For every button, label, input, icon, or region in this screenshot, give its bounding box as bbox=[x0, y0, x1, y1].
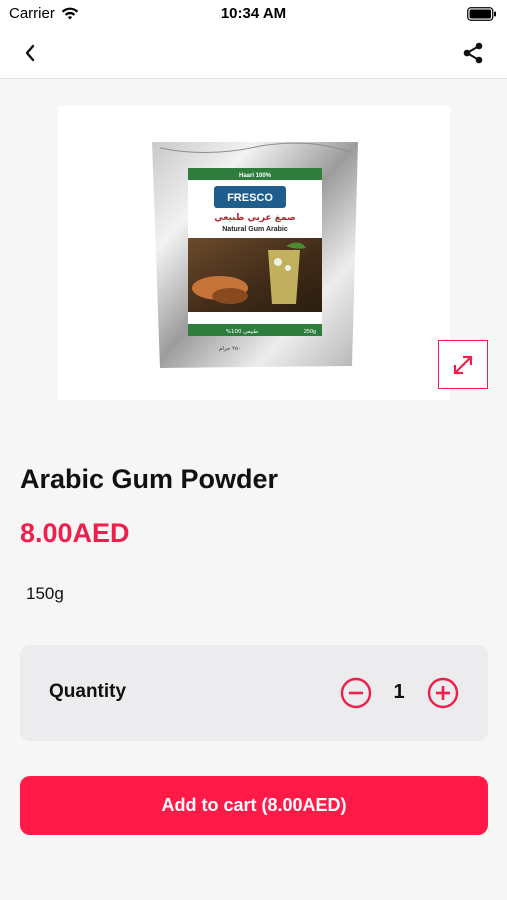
add-to-cart-button[interactable]: Add to cart (8.00AED) bbox=[20, 776, 488, 835]
package-english-name: Natural Gum Arabic bbox=[222, 226, 288, 233]
product-image-card: Haari 100% FRESCO صمغ عربي طبيعي Natural… bbox=[58, 106, 450, 400]
share-icon bbox=[463, 42, 483, 64]
quantity-card: Quantity 1 bbox=[20, 645, 488, 741]
quantity-label: Quantity bbox=[49, 681, 127, 702]
chevron-left-icon bbox=[25, 44, 35, 62]
product-name: Arabic Gum Powder bbox=[20, 464, 279, 494]
package-footer-weight: ٢٥٠ جرام bbox=[219, 346, 241, 352]
package-arabic-name: صمغ عربي طبيعي bbox=[214, 213, 295, 223]
status-time: 10:34 AM bbox=[220, 5, 287, 22]
package-footer-right: 250g bbox=[304, 329, 316, 335]
product-price: 8.00AED bbox=[20, 518, 130, 548]
status-bar: Carrier 10:34 AM bbox=[0, 0, 507, 28]
quantity-value: 1 bbox=[393, 681, 405, 703]
minus-circle-icon[interactable] bbox=[340, 677, 372, 709]
share-button[interactable] bbox=[459, 39, 487, 67]
product-image[interactable]: Haari 100% FRESCO صمغ عربي طبيعي Natural… bbox=[150, 138, 360, 370]
package-brand-text: FRESCO bbox=[227, 192, 273, 204]
expand-image-button[interactable] bbox=[438, 340, 488, 389]
battery-icon bbox=[467, 7, 496, 21]
package-footer-left: %100 طبيعي bbox=[226, 329, 258, 335]
expand-arrows-icon bbox=[453, 355, 473, 374]
back-button[interactable] bbox=[17, 40, 43, 66]
nav-bar bbox=[0, 28, 507, 79]
package-header-text: Haari 100% bbox=[239, 173, 272, 179]
product-size: 150g bbox=[26, 584, 64, 603]
plus-circle-icon[interactable] bbox=[427, 677, 459, 709]
